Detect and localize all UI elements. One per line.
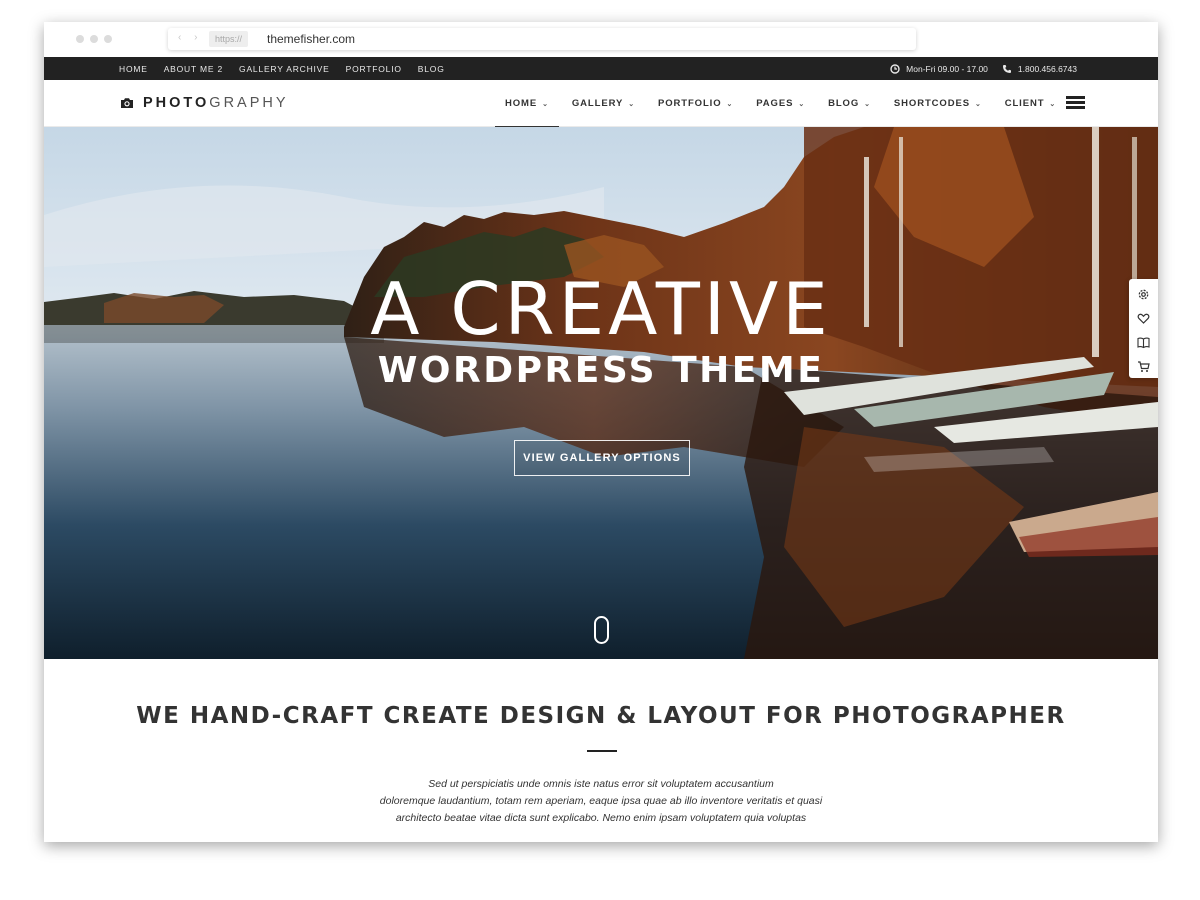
nav-pages-label: PAGES: [756, 98, 794, 109]
nav-client[interactable]: CLIENT ⌄: [1005, 80, 1056, 127]
chevron-down-icon: ⌄: [542, 101, 549, 108]
side-toolbar: [1129, 279, 1158, 378]
cart-icon[interactable]: [1137, 360, 1150, 373]
phone-text[interactable]: 1.800.456.6743: [1018, 64, 1077, 74]
camera-icon: [121, 98, 133, 108]
menu-icon[interactable]: [1066, 96, 1085, 109]
close-dot[interactable]: [76, 35, 84, 43]
intro-section: WE HAND-CRAFT CREATE DESIGN & LAYOUT FOR…: [44, 659, 1158, 842]
browser-chrome: ‹ › https:// themefisher.com: [44, 22, 1158, 57]
gear-icon[interactable]: [1137, 288, 1150, 301]
nav-shortcodes-label: SHORTCODES: [893, 98, 970, 109]
topnav-about-me-2[interactable]: ABOUT ME 2: [164, 64, 223, 74]
contact-info: Mon-Fri 09.00 - 17.00 1.800.456.6743: [890, 57, 1077, 80]
logo-text: PHOTOGRAPHY: [143, 95, 289, 111]
menu-line: [1066, 96, 1085, 99]
book-icon[interactable]: [1137, 336, 1150, 349]
nav-portfolio-label: PORTFOLIO: [657, 98, 722, 109]
menu-line: [1066, 101, 1085, 104]
hero-subtitle: WORDPRESS THEME: [377, 350, 825, 391]
phone-icon: [1002, 64, 1011, 73]
phone-info: 1.800.456.6743: [1002, 64, 1077, 74]
back-forward-icon[interactable]: ‹ ›: [178, 32, 202, 43]
nav-pages[interactable]: PAGES ⌄: [756, 80, 805, 127]
maximize-dot[interactable]: [104, 35, 112, 43]
topnav-portfolio[interactable]: PORTFOLIO: [346, 64, 402, 74]
address-bar[interactable]: ‹ › https:// themefisher.com: [168, 28, 916, 50]
browser-window: ‹ › https:// themefisher.com HOME ABOUT …: [44, 22, 1158, 842]
nav-shortcodes[interactable]: SHORTCODES ⌄: [894, 80, 982, 127]
clock-icon: [890, 63, 900, 74]
chevron-down-icon: ⌄: [864, 101, 871, 108]
chevron-down-icon: ⌄: [628, 101, 635, 108]
logo-bold: PHOTO: [143, 95, 210, 111]
url-text[interactable]: themefisher.com: [267, 31, 355, 47]
nav-portfolio[interactable]: PORTFOLIO ⌄: [658, 80, 733, 127]
nav-home-label: HOME: [505, 98, 538, 109]
section-text-line: doloremque laudantium, totam rem aperiam…: [379, 795, 823, 807]
topnav-home[interactable]: HOME: [119, 64, 148, 74]
hero-title: A CREATIVE: [370, 267, 832, 351]
title-divider: [587, 750, 617, 752]
section-text-line: Sed ut perspiciatis unde omnis iste natu…: [428, 778, 774, 790]
scroll-down-icon[interactable]: [594, 616, 609, 644]
minimize-dot[interactable]: [90, 35, 98, 43]
menu-line: [1066, 106, 1085, 109]
nav-gallery-label: GALLERY: [571, 98, 624, 109]
site-header: PHOTOGRAPHY HOME ⌄ GALLERY ⌄ PORTFOLIO ⌄ PA…: [44, 80, 1158, 128]
nav-blog-label: BLOG: [828, 98, 860, 109]
top-nav: HOME ABOUT ME 2 GALLERY ARCHIVE PORTFOLI…: [119, 57, 445, 80]
nav-gallery[interactable]: GALLERY ⌄: [572, 80, 635, 127]
topnav-blog[interactable]: BLOG: [418, 64, 445, 74]
chevron-down-icon: ⌄: [726, 101, 734, 108]
top-bar: HOME ABOUT ME 2 GALLERY ARCHIVE PORTFOLI…: [44, 57, 1158, 80]
nav-blog[interactable]: BLOG ⌄: [828, 80, 871, 127]
main-nav: HOME ⌄ GALLERY ⌄ PORTFOLIO ⌄ PAGES ⌄ BLOG ⌄ S…: [495, 80, 1079, 128]
window-controls: [76, 35, 112, 43]
logo-light: GRAPHY: [209, 95, 289, 111]
hours-text: Mon-Fri 09.00 - 17.00: [906, 63, 988, 74]
section-text-line: architecto beatae vitae dicta sunt expli…: [395, 812, 807, 824]
section-text: Sed ut perspiciatis unde omnis iste natu…: [351, 776, 851, 827]
section-title: WE HAND-CRAFT CREATE DESIGN & LAYOUT FOR…: [136, 703, 1066, 729]
chevron-down-icon: ⌄: [974, 101, 982, 108]
hero-background-image: [44, 127, 1158, 659]
heart-icon[interactable]: [1137, 312, 1150, 325]
view-gallery-options-button[interactable]: VIEW GALLERY OPTIONS: [514, 440, 690, 476]
chevron-down-icon: ⌄: [1049, 101, 1057, 108]
topnav-gallery-archive[interactable]: GALLERY ARCHIVE: [239, 64, 330, 74]
chevron-down-icon: ⌄: [798, 101, 806, 108]
url-protocol: https://: [209, 31, 249, 47]
nav-home[interactable]: HOME ⌄: [495, 80, 559, 128]
hero-banner: A CREATIVE WORDPRESS THEME VIEW GALLERY …: [44, 127, 1158, 659]
site-logo[interactable]: PHOTOGRAPHY: [120, 95, 289, 111]
nav-client-label: CLIENT: [1004, 98, 1045, 109]
hours-info: Mon-Fri 09.00 - 17.00: [890, 64, 988, 74]
